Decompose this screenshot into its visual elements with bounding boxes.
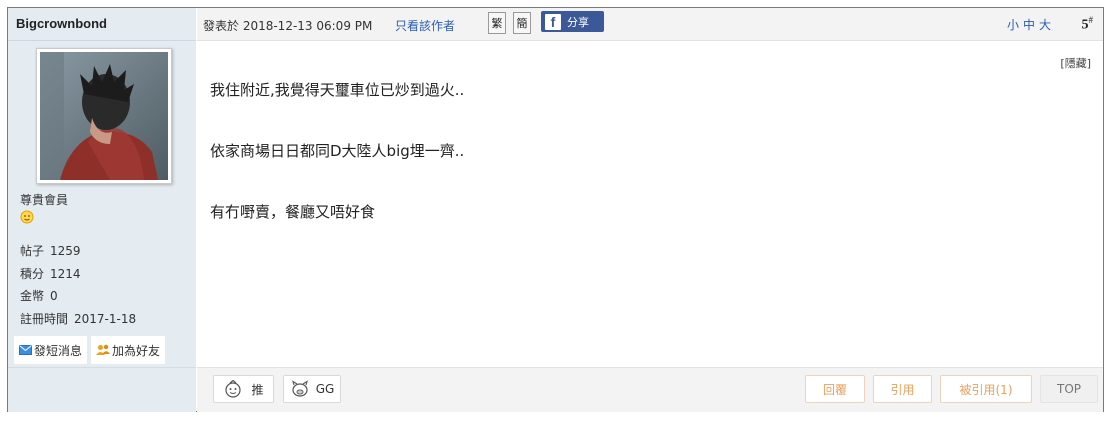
simplified-chinese-button[interactable]: 簡 [513, 12, 531, 34]
back-to-top-button[interactable]: TOP [1040, 375, 1098, 403]
font-size-selector[interactable]: 小中大 [1007, 16, 1055, 33]
avatar[interactable] [36, 48, 172, 184]
author-sidebar: Bigcrownbond 尊貴會員 帖子 1259 積分 1214 金幣 0 註… [8, 8, 196, 412]
floor-number[interactable]: 5# [1082, 15, 1094, 34]
stat-coins: 金幣 0 [20, 289, 58, 303]
author-actions: 發短消息 加為好友 [14, 336, 166, 364]
thumbs-face-icon [225, 380, 242, 398]
facebook-icon: f [545, 13, 561, 30]
hide-post-link[interactable]: [隱藏] [1060, 55, 1091, 71]
quote-button[interactable]: 引用 [873, 375, 932, 403]
author-stats: 帖子 1259 積分 1214 金幣 0 註冊時間 2017-1-18 [20, 240, 136, 330]
post-content: 我住附近,我覺得天璽車位已炒到過火.. 依家商場日日都同D大陸人big埋一齊..… [210, 80, 464, 263]
stat-posts: 帖子 1259 [20, 244, 81, 258]
rank-smiley-icon [20, 210, 34, 224]
send-message-button[interactable]: 發短消息 [14, 336, 88, 364]
friends-icon [96, 344, 111, 355]
reply-button[interactable]: 回覆 [805, 375, 865, 403]
post-footer: 推 GG 回覆 引用 被引用(1) TOP [197, 367, 1103, 412]
user-rank: 尊貴會員 [20, 193, 69, 207]
facebook-share-button[interactable]: f 分享 [541, 11, 604, 32]
forum-post: Bigcrownbond 尊貴會員 帖子 1259 積分 1214 金幣 0 註… [7, 7, 1104, 412]
add-friend-button[interactable]: 加為好友 [91, 336, 166, 364]
post-line: 依家商場日日都同D大陸人big埋一齊.. [210, 142, 465, 160]
post-main: 發表於 2018-12-13 06:09 PM 只看該作者 繁 簡 f 分享 小… [197, 8, 1103, 412]
quoted-by-button[interactable]: 被引用(1) [940, 375, 1032, 403]
post-line: 我住附近,我覺得天璽車位已炒到過火.. [210, 81, 465, 99]
only-author-link[interactable]: 只看該作者 [395, 17, 455, 34]
traditional-chinese-button[interactable]: 繁 [488, 12, 506, 34]
stat-registered: 註冊時間 2017-1-18 [20, 311, 137, 326]
gg-button[interactable]: GG [283, 375, 341, 403]
author-name[interactable]: Bigcrownbond [8, 8, 196, 41]
envelope-icon [19, 345, 32, 355]
stat-points: 積分 1214 [20, 266, 81, 281]
post-timestamp: 發表於 2018-12-13 06:09 PM [203, 19, 373, 33]
post-header: 發表於 2018-12-13 06:09 PM 只看該作者 繁 簡 f 分享 小… [197, 8, 1103, 41]
pig-icon [291, 380, 308, 397]
avatar-image [40, 52, 168, 180]
post-line: 有冇嘢賣，餐廳又唔好食 [210, 203, 376, 221]
push-button[interactable]: 推 [213, 375, 274, 403]
sidebar-footer [8, 367, 196, 412]
